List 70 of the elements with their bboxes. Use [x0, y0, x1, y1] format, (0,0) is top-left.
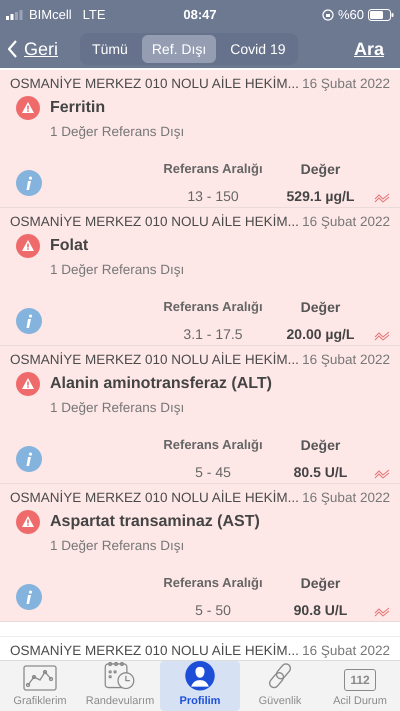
warning-icon: [16, 96, 40, 120]
result-date: 16 Şubat 2022: [302, 489, 390, 507]
clinic-name: OSMANİYE MERKEZ 010 NOLU AİLE HEKİM...: [10, 351, 299, 369]
network-text: LTE: [82, 6, 106, 24]
chevron-left-icon: [8, 40, 18, 58]
summary-text: 1 Değer Referans Dışı: [50, 123, 186, 142]
range-label: Referans Aralığı: [163, 436, 263, 454]
filter-tab[interactable]: Tümü: [82, 35, 138, 63]
result-value: 90.8 U/L: [294, 600, 348, 620]
emergency-number-icon: 112: [344, 668, 376, 690]
result-card[interactable]: OSMANİYE MERKEZ 010 NOLU AİLE HEKİM... 16 Şubat 2022 Aspartat transaminaz (AST) 1 Değer Referans Dışı Referans Aralığı 5 - 50 Değer 90.8 U/L: [0, 484, 400, 622]
range-label: Referans Aralığı: [163, 160, 263, 178]
reference-range: 3.1 - 17.5: [183, 325, 243, 344]
battery-icon: [368, 9, 394, 21]
summary-text: 1 Değer Referans Dışı: [50, 399, 186, 418]
tab-bar-item[interactable]: Grafiklerim: [0, 661, 80, 711]
clinic-name: OSMANİYE MERKEZ 010 NOLU AİLE HEKİM...: [10, 75, 299, 93]
warning-icon: [16, 234, 40, 258]
filter-tab[interactable]: Ref. Dışı: [142, 35, 216, 63]
clinic-name: OSMANİYE MERKEZ 010 NOLU AİLE HEKİM...: [10, 642, 299, 660]
warning-icon: [16, 510, 40, 534]
summary-text: 1 Değer Referans Dışı: [50, 537, 186, 556]
value-label: Değer: [300, 574, 340, 593]
signal-icon: [6, 10, 24, 20]
info-icon: [16, 170, 42, 196]
result-card[interactable]: OSMANİYE MERKEZ 010 NOLU AİLE HEKİM... 16 Şubat 2022 Alanin aminotransferaz (ALT) 1 Değer Referans Dışı Referans Aralığı 5 - 45 Değer 80.5 U/L: [0, 346, 400, 484]
result-date: 16 Şubat 2022: [302, 642, 390, 660]
result-card[interactable]: OSMANİYE MERKEZ 010 NOLU AİLE HEKİM... 16 Şubat 2022 Folat 1 Değer Referans Dışı Referans Aralığı 3.1 - 17.5 Değer 20.00 µg/L: [0, 208, 400, 346]
result-date: 16 Şubat 2022: [302, 213, 390, 231]
value-label: Değer: [300, 436, 340, 455]
summary-text: 1 Değer Referans Dışı: [50, 261, 186, 280]
result-card[interactable]: OSMANİYE MERKEZ 010 NOLU AİLE HEKİM... 16 Şubat 2022 Ferritin 1 Değer Referans Dışı Referans Aralığı 13 - 150 Değer 529.1 µg/L: [0, 70, 400, 208]
clinic-name: OSMANİYE MERKEZ 010 NOLU AİLE HEKİM...: [10, 213, 299, 231]
tab-bar-item[interactable]: Profilim: [160, 661, 240, 711]
tab-bar-item[interactable]: Randevularım: [80, 661, 160, 711]
result-date: 16 Şubat 2022: [302, 75, 390, 93]
chart-icon: [23, 664, 57, 690]
trend-icon: [374, 193, 390, 203]
test-name: Alanin aminotransferaz (ALT): [50, 374, 272, 394]
clinic-name: OSMANİYE MERKEZ 010 NOLU AİLE HEKİM...: [10, 489, 299, 507]
result-value: 529.1 µg/L: [286, 186, 354, 206]
result-value: 20.00 µg/L: [286, 324, 354, 344]
info-icon: [16, 308, 42, 334]
reference-range: 5 - 50: [195, 601, 231, 620]
trend-icon: [374, 331, 390, 341]
range-label: Referans Aralığı: [163, 574, 263, 592]
rotation-lock-icon: [322, 9, 334, 21]
warning-icon: [16, 372, 40, 396]
result-value: 80.5 U/L: [294, 462, 348, 482]
info-icon: [16, 446, 42, 472]
filter-tab[interactable]: Covid 19: [220, 35, 296, 63]
reference-range: 13 - 150: [187, 187, 239, 206]
battery-text: %60: [338, 6, 364, 24]
value-label: Değer: [300, 160, 340, 179]
result-date: 16 Şubat 2022: [302, 351, 390, 369]
trend-icon: [374, 469, 390, 479]
info-icon: [16, 584, 42, 610]
test-name: Ferritin: [50, 98, 106, 118]
test-name: Folat: [50, 236, 88, 256]
reference-range: 5 - 45: [195, 463, 231, 482]
value-label: Değer: [300, 298, 340, 317]
range-label: Referans Aralığı: [163, 298, 263, 316]
trend-icon: [374, 607, 390, 617]
clock-text: 08:47: [183, 6, 217, 24]
test-name: Aspartat transaminaz (AST): [50, 512, 260, 532]
back-button[interactable]: Geri: [8, 36, 58, 62]
tab-bar-item[interactable]: 112 Acil Durum: [320, 661, 400, 711]
search-link[interactable]: Ara: [354, 36, 384, 62]
carrier-text: BIMcell: [29, 6, 72, 24]
tab-bar-item[interactable]: Güvenlik: [240, 661, 320, 711]
